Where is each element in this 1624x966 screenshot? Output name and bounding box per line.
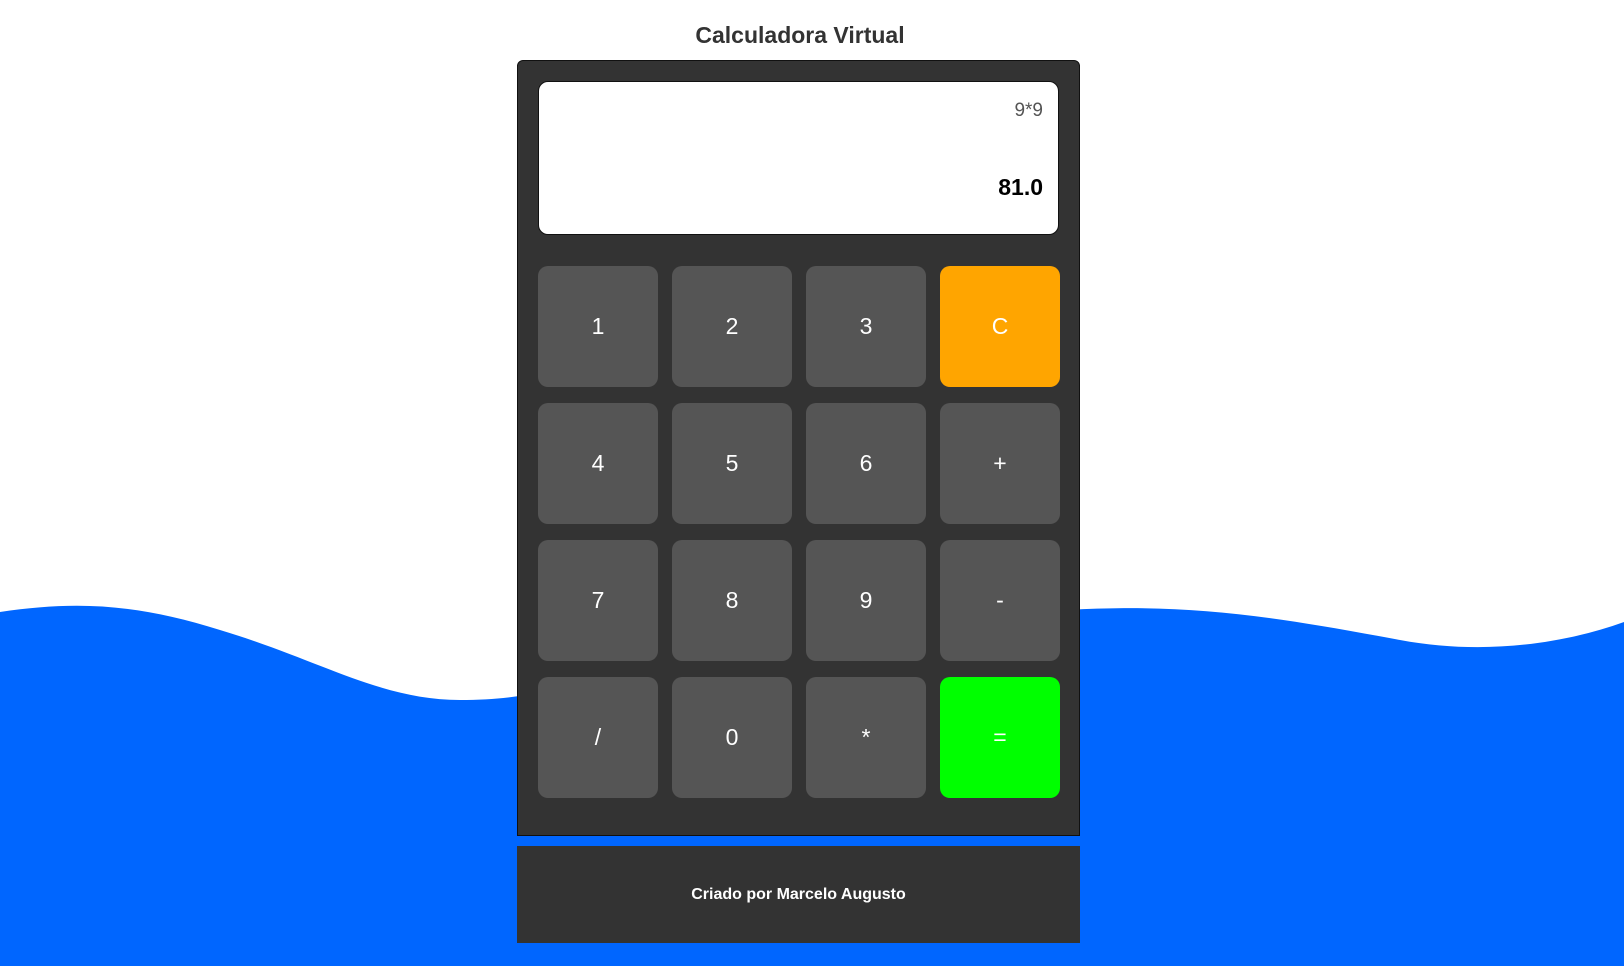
key-9[interactable]: 9 — [806, 540, 926, 661]
key-4[interactable]: 4 — [538, 403, 658, 524]
calculator-display: 9*9 81.0 — [538, 81, 1059, 235]
key-7[interactable]: 7 — [538, 540, 658, 661]
page-title: Calculadora Virtual — [695, 22, 905, 48]
divide-button[interactable]: / — [538, 677, 658, 798]
expression-readout: 9*9 — [1014, 100, 1043, 121]
add-button[interactable]: + — [940, 403, 1060, 524]
keypad: 1 2 3 C 4 5 6 + 7 8 9 - / 0 * = — [538, 266, 1060, 798]
calculator: 9*9 81.0 1 2 3 C 4 5 6 + 7 8 9 - / 0 * = — [517, 60, 1080, 836]
clear-button[interactable]: C — [940, 266, 1060, 387]
footer-credit: Criado por Marcelo Augusto — [691, 885, 906, 903]
key-5[interactable]: 5 — [672, 403, 792, 524]
key-2[interactable]: 2 — [672, 266, 792, 387]
key-0[interactable]: 0 — [672, 677, 792, 798]
page: Calculadora Virtual 9*9 81.0 1 2 3 C 4 5… — [0, 0, 1624, 966]
key-3[interactable]: 3 — [806, 266, 926, 387]
footer: Criado por Marcelo Augusto — [517, 846, 1080, 943]
key-6[interactable]: 6 — [806, 403, 926, 524]
subtract-button[interactable]: - — [940, 540, 1060, 661]
multiply-button[interactable]: * — [806, 677, 926, 798]
key-1[interactable]: 1 — [538, 266, 658, 387]
key-8[interactable]: 8 — [672, 540, 792, 661]
result-readout: 81.0 — [998, 174, 1043, 200]
equals-button[interactable]: = — [940, 677, 1060, 798]
